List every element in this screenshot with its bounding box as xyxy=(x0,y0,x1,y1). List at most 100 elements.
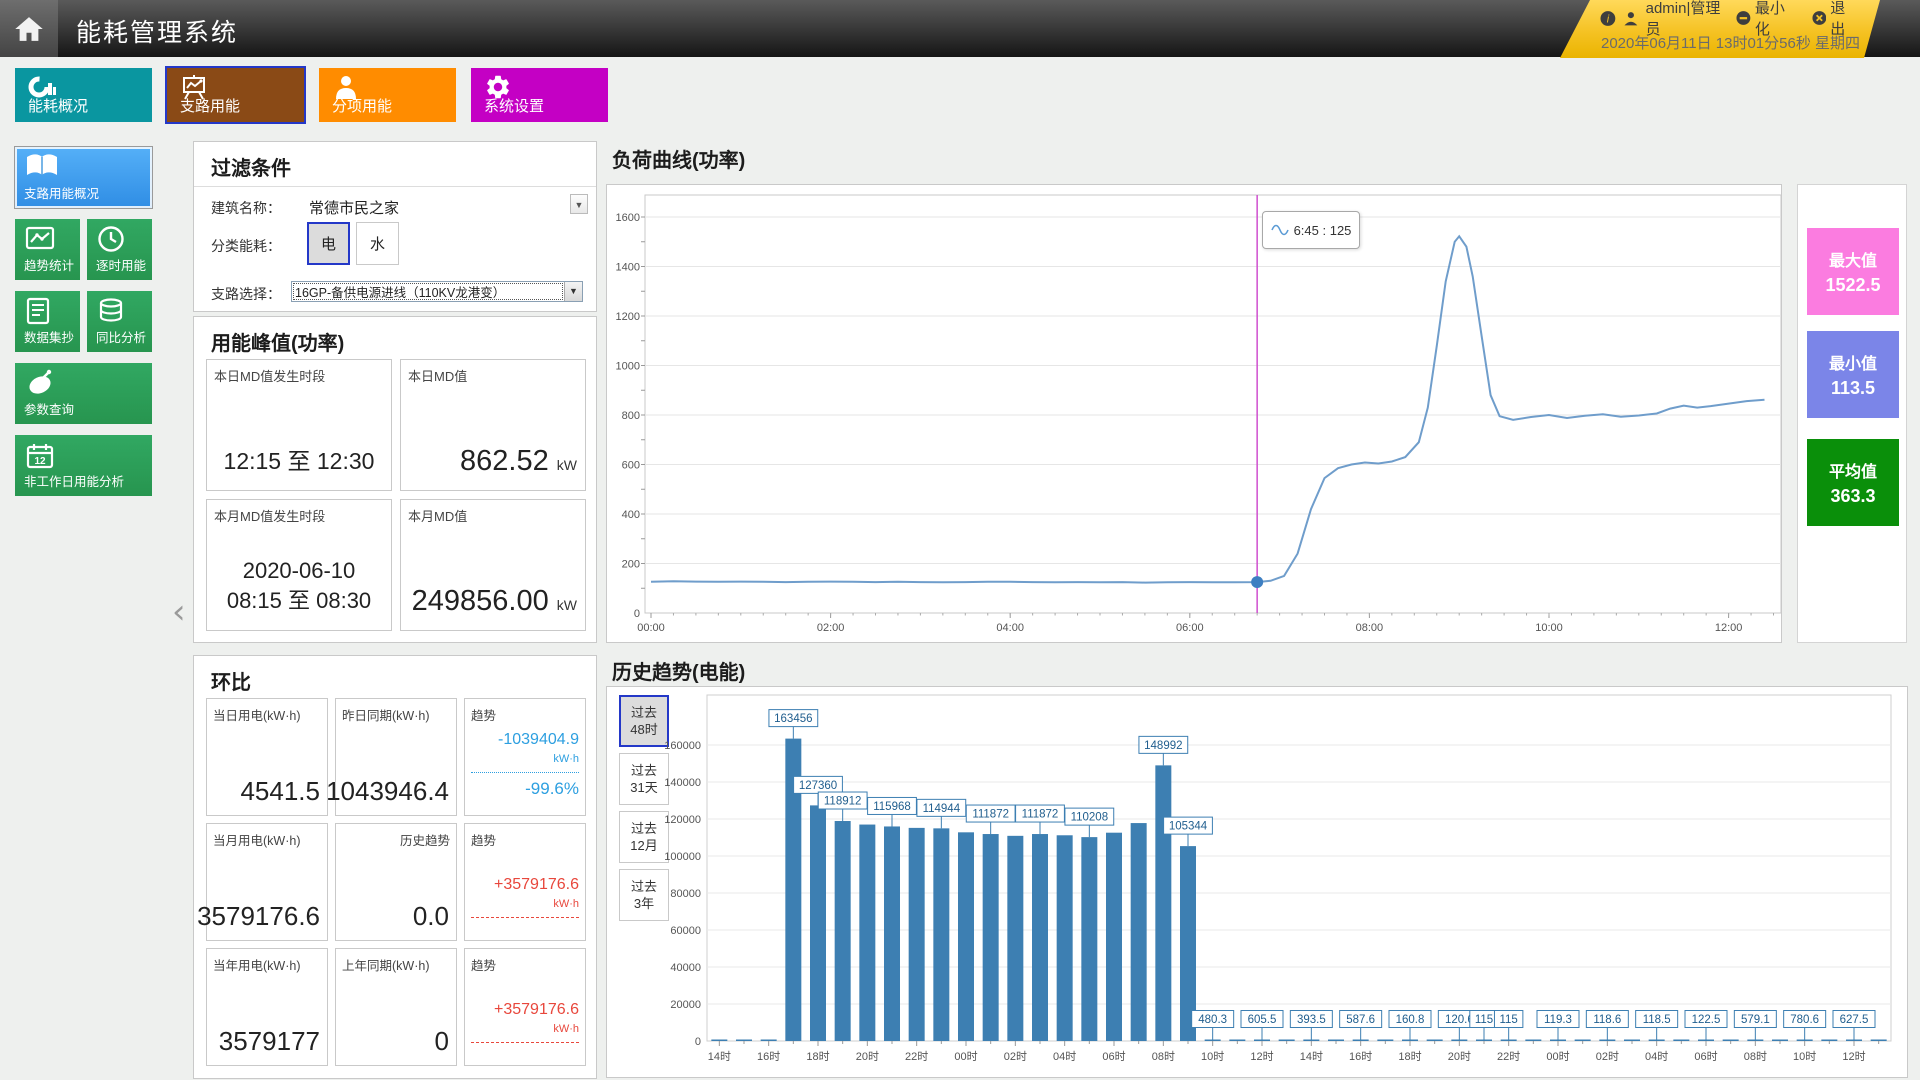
book-icon xyxy=(25,153,59,179)
svg-text:587.6: 587.6 xyxy=(1346,1014,1375,1026)
svg-text:60000: 60000 xyxy=(670,925,701,937)
energy-option-electric[interactable]: 电 xyxy=(307,222,350,265)
svg-text:110208: 110208 xyxy=(1071,812,1109,824)
database-icon xyxy=(97,297,125,325)
sidebar-item-hourly-energy[interactable]: 逐时用能 xyxy=(87,219,152,280)
svg-text:22时: 22时 xyxy=(1497,1050,1520,1063)
svg-text:122.5: 122.5 xyxy=(1692,1014,1721,1026)
svg-text:02:00: 02:00 xyxy=(817,622,845,634)
month-usage-card: 当月用电(kW·h)3579176.6 xyxy=(206,823,328,941)
sidebar-item-trend-stats[interactable]: 趋势统计 xyxy=(15,219,80,280)
svg-text:06时: 06时 xyxy=(1694,1050,1717,1063)
info-icon[interactable]: i xyxy=(1600,10,1616,27)
nav-tab-energy-overview[interactable]: 能耗概况 xyxy=(15,68,152,122)
svg-text:08:00: 08:00 xyxy=(1356,622,1384,634)
svg-text:20000: 20000 xyxy=(670,999,701,1011)
svg-text:12时: 12时 xyxy=(1250,1050,1273,1063)
svg-text:16时: 16时 xyxy=(1349,1050,1372,1063)
yesterday-usage-card: 昨日同期(kW·h)1043946.4 xyxy=(335,698,457,816)
svg-text:20时: 20时 xyxy=(856,1050,879,1063)
chart-tooltip: 6:45 : 125 xyxy=(1262,211,1360,249)
svg-text:1200: 1200 xyxy=(616,311,640,323)
year-usage-card: 当年用电(kW·h)3579177 xyxy=(206,948,328,1066)
svg-text:0: 0 xyxy=(634,608,640,620)
peak-panel: 用能峰值(功率) 本日MD值发生时段 12:15 至 12:30 本日MD值 8… xyxy=(193,316,597,643)
peak-title: 用能峰值(功率) xyxy=(211,327,344,356)
history-trend-card: 历史趋势0.0 xyxy=(335,823,457,941)
svg-text:120000: 120000 xyxy=(664,814,701,826)
today-usage-card: 当日用电(kW·h)4541.5 xyxy=(206,698,328,816)
huanbi-title: 环比 xyxy=(211,666,251,695)
curve-stats-panel: 最大值 1522.5 最小值 113.5 平均值 363.3 xyxy=(1797,184,1907,643)
history-trend-chart[interactable]: 过去 48时 过去 31天 过去 12月 过去 3年 0200004000060… xyxy=(606,686,1908,1078)
svg-text:12:00: 12:00 xyxy=(1715,622,1743,634)
svg-text:02时: 02时 xyxy=(1596,1050,1619,1063)
clock-icon xyxy=(97,225,125,253)
app-title: 能耗管理系统 xyxy=(76,13,238,49)
avg-value-card: 平均值 363.3 xyxy=(1807,439,1899,526)
energy-option-water[interactable]: 水 xyxy=(356,222,399,265)
divider xyxy=(194,186,596,187)
svg-text:16时: 16时 xyxy=(757,1050,780,1063)
svg-text:18时: 18时 xyxy=(806,1050,829,1063)
svg-text:400: 400 xyxy=(622,509,640,521)
satellite-dish-icon xyxy=(25,369,57,397)
month-trend-card: 趋势 +3579176.6 kW·h xyxy=(464,823,586,941)
sidebar-item-data-readings[interactable]: 数据集抄 xyxy=(15,291,80,352)
svg-text:118.6: 118.6 xyxy=(1593,1014,1621,1026)
svg-text:00时: 00时 xyxy=(1546,1050,1569,1063)
load-curve-title: 负荷曲线(功率) xyxy=(612,144,745,173)
svg-text:111872: 111872 xyxy=(1022,809,1059,821)
svg-text:1400: 1400 xyxy=(616,262,640,274)
building-dropdown-arrow[interactable]: ▼ xyxy=(570,194,588,214)
svg-text:12: 12 xyxy=(34,456,46,467)
nav-tab-branch-energy[interactable]: 支路用能 xyxy=(167,68,304,122)
svg-text:627.5: 627.5 xyxy=(1840,1014,1869,1026)
home-icon xyxy=(14,14,44,44)
sidebar-item-branch-overview[interactable]: 支路用能概况 xyxy=(15,147,152,208)
load-curve-svg: 0200400600800100012001400160000:0002:000… xyxy=(607,185,1781,642)
history-bars-svg: 0200004000060000800001000001200001400001… xyxy=(607,687,1907,1077)
chevron-down-icon: ▼ xyxy=(564,282,582,301)
svg-text:04时: 04时 xyxy=(1053,1050,1076,1063)
svg-text:10时: 10时 xyxy=(1201,1050,1224,1063)
svg-text:119.3: 119.3 xyxy=(1544,1014,1572,1026)
svg-text:06时: 06时 xyxy=(1102,1050,1125,1063)
svg-text:148992: 148992 xyxy=(1144,740,1182,752)
svg-text:780.6: 780.6 xyxy=(1790,1014,1819,1026)
sidebar-item-yoy-analysis[interactable]: 同比分析 xyxy=(87,291,152,352)
svg-text:08时: 08时 xyxy=(1152,1050,1175,1063)
user-icon xyxy=(1623,10,1639,27)
svg-text:00:00: 00:00 xyxy=(637,622,665,634)
nav-tab-system-settings[interactable]: 系统设置 xyxy=(471,68,608,122)
load-curve-chart[interactable]: 0200400600800100012001400160000:0002:000… xyxy=(606,184,1782,643)
datetime-display: 2020年06月11日 13时01分56秒 星期四 xyxy=(1590,32,1860,53)
document-list-icon xyxy=(25,297,51,325)
svg-text:118.5: 118.5 xyxy=(1643,1014,1671,1026)
sidebar-item-nonworkday-analysis[interactable]: 12 非工作日用能分析 xyxy=(15,435,152,496)
year-trend-card: 趋势 +3579176.6 kW·h xyxy=(464,948,586,1066)
svg-text:12时: 12时 xyxy=(1842,1050,1865,1063)
svg-text:1000: 1000 xyxy=(616,361,640,373)
trend-chart-icon xyxy=(25,225,55,253)
branch-select[interactable]: 16GP-备供电源进线（110KV龙港变） ▼ xyxy=(291,281,583,302)
huanbi-panel: 环比 当日用电(kW·h)4541.5 昨日同期(kW·h)1043946.4 … xyxy=(193,655,597,1079)
filter-panel: 过滤条件 建筑名称： 常德市民之家 ▼ 分类能耗： 电 水 支路选择： 16GP… xyxy=(193,141,597,312)
svg-text:111872: 111872 xyxy=(972,809,1009,821)
svg-text:04时: 04时 xyxy=(1645,1050,1668,1063)
history-trend-title: 历史趋势(电能) xyxy=(612,656,745,685)
svg-text:115968: 115968 xyxy=(873,801,911,813)
min-value-card: 最小值 113.5 xyxy=(1807,331,1899,418)
svg-text:40000: 40000 xyxy=(670,962,701,974)
svg-text:115: 115 xyxy=(1499,1014,1517,1026)
sidebar-collapse-arrow[interactable]: ‹ xyxy=(172,592,186,632)
svg-text:02时: 02时 xyxy=(1004,1050,1027,1063)
nav-tab-item-energy[interactable]: 分项用能 xyxy=(319,68,456,122)
svg-text:00时: 00时 xyxy=(954,1050,977,1063)
svg-text:14时: 14时 xyxy=(708,1050,731,1063)
md-month-period-card: 本月MD值发生时段 2020-06-1008:15 至 08:30 xyxy=(206,499,392,631)
building-value: 常德市民之家 xyxy=(309,197,399,218)
sidebar-item-parameter-query[interactable]: 参数查询 xyxy=(15,363,152,424)
home-button[interactable] xyxy=(0,0,58,57)
svg-text:118912: 118912 xyxy=(824,796,862,808)
